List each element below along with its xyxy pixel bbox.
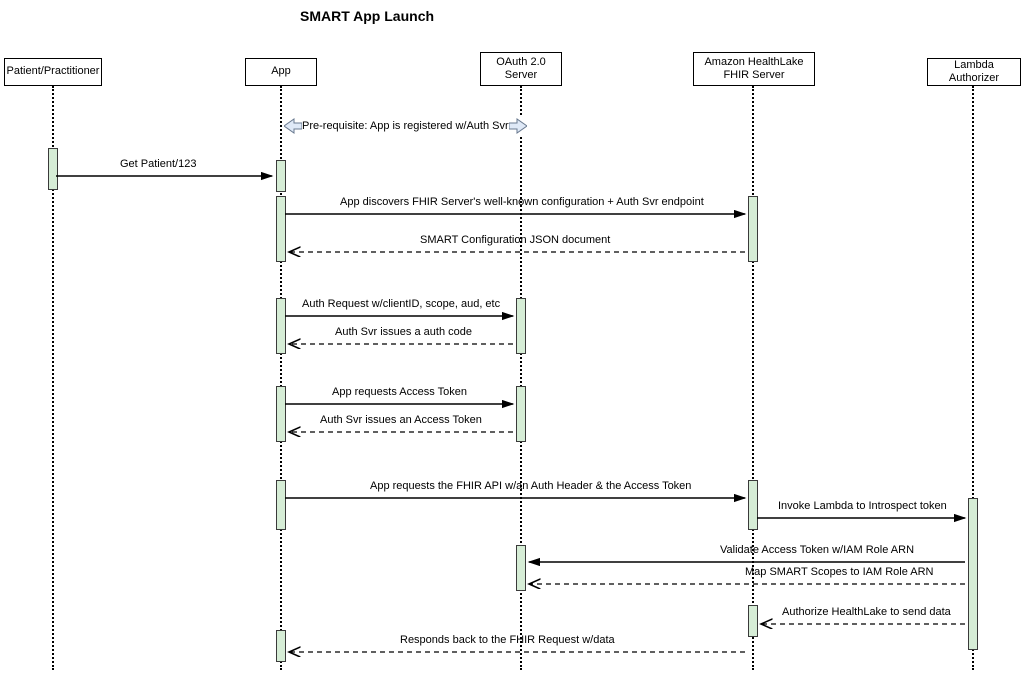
arrow-dashed [525,580,969,592]
arrow-solid [757,514,969,526]
activation [968,498,978,650]
message-label: Invoke Lambda to Introspect token [778,500,947,512]
arrow-dashed [285,248,749,260]
arrow-right-icon [509,117,527,135]
prerequisite-note: Pre-requisite: App is registered w/Auth … [283,116,528,136]
message-label: Auth Request w/clientID, scope, aud, etc [302,298,500,310]
activation [516,386,526,442]
arrow-dashed [285,428,517,440]
activation [748,196,758,262]
message-label: Auth Svr issues a auth code [335,326,472,338]
prerequisite-label: Pre-requisite: App is registered w/Auth … [302,120,509,132]
message-label: SMART Configuration JSON document [420,234,610,246]
message-label: Map SMART Scopes to IAM Role ARN [745,566,934,578]
arrow-left-icon [284,117,302,135]
message-label: Validate Access Token w/IAM Role ARN [720,544,914,556]
message-label: Auth Svr issues an Access Token [320,414,482,426]
arrow-dashed [757,620,969,632]
arrow-solid [285,494,749,506]
arrow-dashed [285,648,749,660]
message-label: Responds back to the FHIR Request w/data [400,634,615,646]
message-label: App discovers FHIR Server's well-known c… [340,196,704,208]
arrow-solid [285,210,749,222]
arrow-solid [56,172,276,184]
participant-app: App [245,58,317,86]
arrow-solid [285,400,517,412]
activation [276,160,286,192]
sequence-diagram: SMART App Launch Patient/Practitioner Ap… [0,0,1024,679]
participant-oauth: OAuth 2.0 Server [480,52,562,86]
arrow-dashed [285,340,517,352]
participant-patient: Patient/Practitioner [4,58,102,86]
participant-lambda: Lambda Authorizer [927,58,1021,86]
diagram-title: SMART App Launch [300,8,434,24]
message-label: App requests the FHIR API w/an Auth Head… [370,480,691,492]
participant-healthlake: Amazon HealthLake FHIR Server [693,52,815,86]
arrow-solid [285,312,517,324]
message-label: App requests Access Token [332,386,467,398]
activation [516,298,526,354]
message-label: Authorize HealthLake to send data [782,606,951,618]
message-label: Get Patient/123 [120,158,196,170]
